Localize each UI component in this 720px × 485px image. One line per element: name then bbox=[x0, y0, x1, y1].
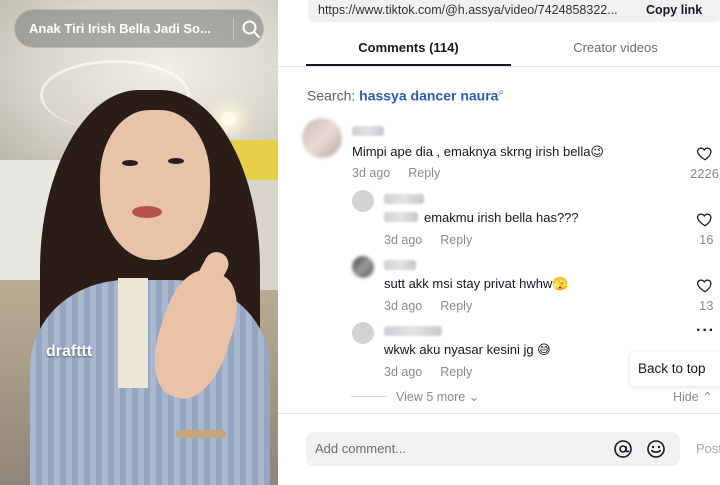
person-mouth bbox=[132, 206, 162, 218]
mention-redacted[interactable] bbox=[384, 212, 418, 222]
avatar[interactable] bbox=[352, 190, 374, 212]
view-more-label: View 5 more bbox=[396, 390, 466, 404]
post-button[interactable]: Post bbox=[696, 441, 720, 456]
heart-icon[interactable] bbox=[696, 210, 714, 228]
reply-button[interactable]: Reply bbox=[440, 365, 472, 379]
comment-time: 3d ago bbox=[352, 166, 391, 180]
bracelet bbox=[176, 430, 226, 438]
search-term-link[interactable]: hassya dancer naura bbox=[359, 88, 498, 104]
chevron-up-icon: ⌃ bbox=[702, 390, 713, 404]
comment-text: wkwk aku nyasar kesini jg 😅 bbox=[384, 342, 551, 357]
tab-comments[interactable]: Comments (114) bbox=[306, 40, 511, 55]
search-icon: ⌕ bbox=[498, 87, 505, 98]
hide-replies[interactable]: Hide ⌃ bbox=[673, 389, 713, 404]
username-redacted[interactable] bbox=[384, 260, 416, 270]
more-options-icon[interactable]: ··· bbox=[696, 322, 715, 340]
username-redacted[interactable] bbox=[384, 326, 442, 336]
avatar[interactable] bbox=[352, 256, 374, 278]
comment-time: 3d ago bbox=[384, 365, 423, 379]
url-bar: https://www.tiktok.com/@h.assya/video/74… bbox=[308, 0, 720, 22]
back-to-top-label: Back to top bbox=[638, 361, 706, 376]
heart-icon[interactable] bbox=[696, 276, 714, 294]
video-search-query[interactable]: Anak Tiri Irish Bella Jadi So... bbox=[29, 21, 219, 36]
person-face bbox=[100, 110, 210, 260]
search-icon[interactable] bbox=[241, 19, 261, 39]
video-caption: drafttt bbox=[46, 343, 93, 360]
person-collar bbox=[118, 278, 148, 388]
comment-meta: 3d ago Reply bbox=[384, 365, 472, 379]
comments-panel: https://www.tiktok.com/@h.assya/video/74… bbox=[278, 0, 720, 485]
search-prefix: Search: bbox=[307, 87, 356, 104]
reply-button[interactable]: Reply bbox=[440, 299, 472, 313]
heart-icon[interactable] bbox=[696, 144, 714, 162]
like-count: 13 bbox=[699, 298, 714, 313]
video-url: https://www.tiktok.com/@h.assya/video/74… bbox=[318, 3, 618, 17]
like-count: 2226 bbox=[690, 166, 719, 181]
comment-time: 3d ago bbox=[384, 233, 423, 247]
avatar[interactable] bbox=[302, 118, 342, 158]
thread-line bbox=[351, 396, 387, 397]
comment-text: Mimpi ape dia , emaknya skrng irish bell… bbox=[352, 144, 604, 159]
back-to-top-button[interactable]: Back to top bbox=[630, 352, 720, 386]
like-count: 16 bbox=[699, 232, 714, 247]
comment-meta: 3d ago Reply bbox=[352, 166, 440, 180]
comment-time: 3d ago bbox=[384, 299, 423, 313]
avatar[interactable] bbox=[352, 322, 374, 344]
view-more-replies[interactable]: View 5 more ⌄ bbox=[396, 389, 479, 404]
comment-text: emakmu irish bella has??? bbox=[424, 210, 579, 225]
username-redacted[interactable] bbox=[352, 126, 384, 136]
tab-creator-videos[interactable]: Creator videos bbox=[518, 40, 713, 55]
person-eye bbox=[122, 160, 138, 166]
mention-icon[interactable] bbox=[613, 439, 633, 459]
copy-link-button[interactable]: Copy link bbox=[646, 3, 702, 17]
hide-label: Hide bbox=[673, 390, 699, 404]
emoji-icon[interactable] bbox=[646, 439, 666, 459]
tab-divider bbox=[278, 66, 720, 67]
username-redacted[interactable] bbox=[384, 194, 424, 204]
comment-meta: 3d ago Reply bbox=[384, 233, 472, 247]
reply-button[interactable]: Reply bbox=[408, 166, 440, 180]
chevron-down-icon: ⌄ bbox=[468, 390, 480, 404]
related-search: Search: hassya dancer naura⌕ bbox=[307, 87, 504, 104]
video-player[interactable]: drafttt Anak Tiri Irish Bella Jadi So... bbox=[0, 0, 278, 485]
reply-button[interactable]: Reply bbox=[440, 233, 472, 247]
comment-input[interactable]: Add comment... bbox=[306, 432, 680, 466]
comment-placeholder: Add comment... bbox=[315, 441, 407, 456]
ceiling-lamp bbox=[222, 112, 236, 126]
search-divider bbox=[233, 18, 234, 40]
composer-divider bbox=[278, 413, 720, 414]
comment-text: sutt akk msi stay privat hwhw🫣 bbox=[384, 276, 569, 291]
video-search-bar[interactable]: Anak Tiri Irish Bella Jadi So... bbox=[14, 9, 264, 48]
person-eye bbox=[168, 158, 184, 164]
comment-meta: 3d ago Reply bbox=[384, 299, 472, 313]
